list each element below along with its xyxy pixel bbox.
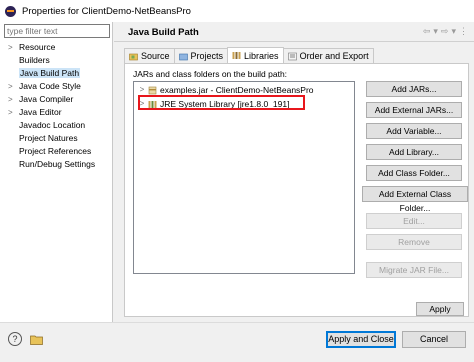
back-dropdown-icon[interactable]: ▾ <box>433 26 438 37</box>
add-variable-button[interactable]: Add Variable... <box>366 123 462 139</box>
tab-bar: Source Projects Libraries Order and Expo… <box>124 47 374 63</box>
projects-icon <box>178 53 188 60</box>
jar-icon <box>148 86 157 94</box>
tab-source[interactable]: Source <box>124 48 175 63</box>
add-external-jars-button[interactable]: Add External JARs... <box>366 102 462 118</box>
filter-input[interactable] <box>4 24 110 38</box>
expand-arrow-icon[interactable]: > <box>8 106 13 119</box>
tree-item-java-build-path[interactable]: Java Build Path <box>0 67 112 80</box>
expand-arrow-icon[interactable]: > <box>8 80 13 93</box>
apply-and-close-button[interactable]: Apply and Close <box>326 331 396 348</box>
page-header: Java Build Path ⇦ ▾ ⇨ ▾ ⋮ <box>114 22 474 42</box>
menu-icon[interactable]: ⋮ <box>459 26 468 37</box>
tab-order-and-export[interactable]: Order and Export <box>282 48 374 63</box>
add-library-button[interactable]: Add Library... <box>366 144 462 160</box>
add-class-folder-button[interactable]: Add Class Folder... <box>366 165 462 181</box>
add-external-class-folder-button[interactable]: Add External Class Folder... <box>362 186 468 213</box>
tree-item-javadoc-location[interactable]: Javadoc Location <box>0 119 112 132</box>
tab-libraries[interactable]: Libraries <box>227 47 284 63</box>
property-tree: > Resource Builders Java Build Path > Java… <box>0 41 112 171</box>
tree-item-builders[interactable]: Builders <box>0 54 112 67</box>
tree-item-run-debug-settings[interactable]: Run/Debug Settings <box>0 158 112 171</box>
tree-item-java-editor[interactable]: > Java Editor <box>0 106 112 119</box>
help-icon[interactable]: ? <box>8 332 22 346</box>
libraries-icon <box>232 52 241 59</box>
cancel-button[interactable]: Cancel <box>402 331 466 348</box>
apply-button[interactable]: Apply <box>416 302 464 316</box>
annotation-highlight-box <box>138 95 305 110</box>
forward-arrow-icon[interactable]: ⇨ <box>441 26 449 37</box>
tab-projects[interactable]: Projects <box>173 48 229 63</box>
title-bar: Properties for ClientDemo-NetBeansPro <box>0 0 474 22</box>
back-arrow-icon[interactable]: ⇦ <box>423 26 431 37</box>
tree-item-project-natures[interactable]: Project Natures <box>0 132 112 145</box>
expand-arrow-icon[interactable]: > <box>8 93 13 106</box>
page-title: Java Build Path <box>128 27 199 38</box>
eclipse-icon <box>5 5 16 17</box>
dialog-footer: ? Apply and Close Cancel <box>0 322 474 362</box>
window-title: Properties for ClientDemo-NetBeansPro <box>22 5 191 17</box>
content-area: Java Build Path ⇦ ▾ ⇨ ▾ ⋮ Source Project… <box>114 22 474 322</box>
import-export-icon[interactable] <box>30 333 43 345</box>
remove-button[interactable]: Remove <box>366 234 462 250</box>
libraries-panel: JARs and class folders on the build path… <box>124 63 469 317</box>
source-folder-icon <box>129 53 138 60</box>
forward-dropdown-icon[interactable]: ▾ <box>451 26 456 37</box>
expand-arrow-icon[interactable]: > <box>8 41 13 54</box>
edit-button[interactable]: Edit... <box>366 213 462 229</box>
migrate-jar-button[interactable]: Migrate JAR File... <box>366 262 462 278</box>
build-path-list[interactable]: > examples.jar - ClientDemo-NetBeansPro … <box>133 81 355 274</box>
tree-item-java-code-style[interactable]: > Java Code Style <box>0 80 112 93</box>
sidebar: >Resource Builders Java Build Path >Java… <box>0 22 113 322</box>
add-jars-button[interactable]: Add JARs... <box>366 81 462 97</box>
history-nav: ⇦ ▾ ⇨ ▾ ⋮ <box>423 26 468 37</box>
order-export-icon <box>287 52 297 60</box>
tree-item-project-references[interactable]: Project References <box>0 145 112 158</box>
panel-subtitle: JARs and class folders on the build path… <box>133 69 288 79</box>
tree-item-java-compiler[interactable]: > Java Compiler <box>0 93 112 106</box>
tree-item-resource[interactable]: > Resource <box>0 41 112 54</box>
